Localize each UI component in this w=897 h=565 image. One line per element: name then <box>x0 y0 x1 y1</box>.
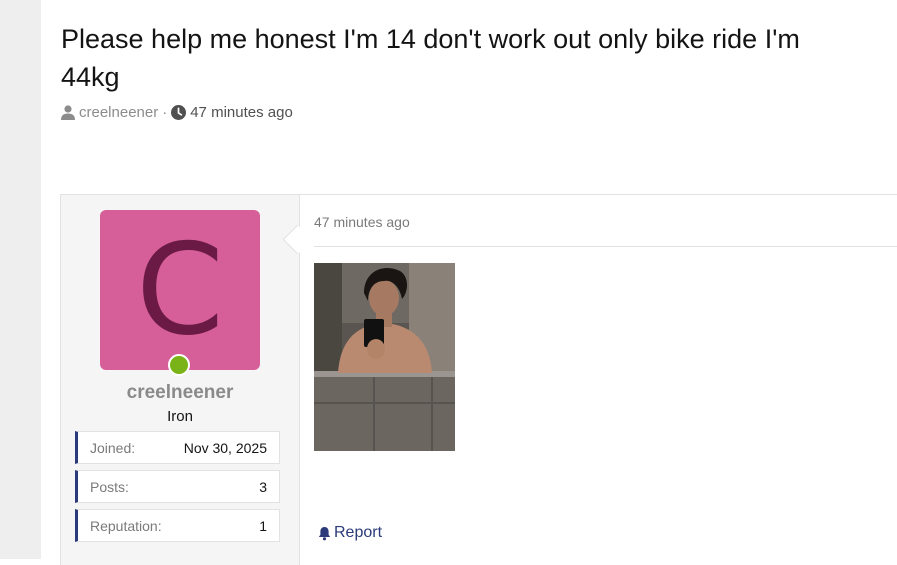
user-icon <box>61 105 75 120</box>
post-user-cell: C creelneener Iron Joined: Nov 30, 2025 … <box>61 195 313 565</box>
clock-icon <box>171 105 187 120</box>
report-button[interactable]: Report <box>318 524 382 542</box>
online-status-indicator <box>168 354 190 376</box>
thread-title: Please help me honest I'm 14 don't work … <box>61 24 800 92</box>
stat-value: 3 <box>259 478 267 495</box>
avatar[interactable]: C <box>100 210 260 370</box>
bell-icon <box>318 526 331 541</box>
stat-reputation: Reputation: 1 <box>75 509 280 542</box>
photo-attachment[interactable] <box>314 263 455 451</box>
meta-separator: · <box>162 104 168 121</box>
user-title: Iron <box>167 408 193 425</box>
stat-label: Posts: <box>90 478 129 495</box>
stat-label: Reputation: <box>90 517 162 534</box>
stat-joined: Joined: Nov 30, 2025 <box>75 431 280 464</box>
post-message: C creelneener Iron Joined: Nov 30, 2025 … <box>60 194 897 565</box>
stat-value: Nov 30, 2025 <box>183 439 267 456</box>
post-main: 47 minutes ago Report <box>300 195 897 565</box>
thread-page: Please help me honest I'm 14 don't work … <box>41 0 897 565</box>
post-date-link[interactable]: 47 minutes ago <box>314 214 410 230</box>
stat-value: 1 <box>259 517 267 534</box>
stat-label: Joined: <box>90 439 136 456</box>
thread-meta: creelneener · 47 minutes ago <box>61 104 293 121</box>
left-gutter <box>0 0 41 559</box>
stat-posts: Posts: 3 <box>75 470 280 503</box>
report-label: Report <box>334 524 383 541</box>
username-link[interactable]: creelneener <box>61 382 299 404</box>
thread-time-link[interactable]: 47 minutes ago <box>190 104 293 121</box>
post-header-divider <box>314 246 897 247</box>
thread-author-link[interactable]: creelneener <box>79 104 158 121</box>
